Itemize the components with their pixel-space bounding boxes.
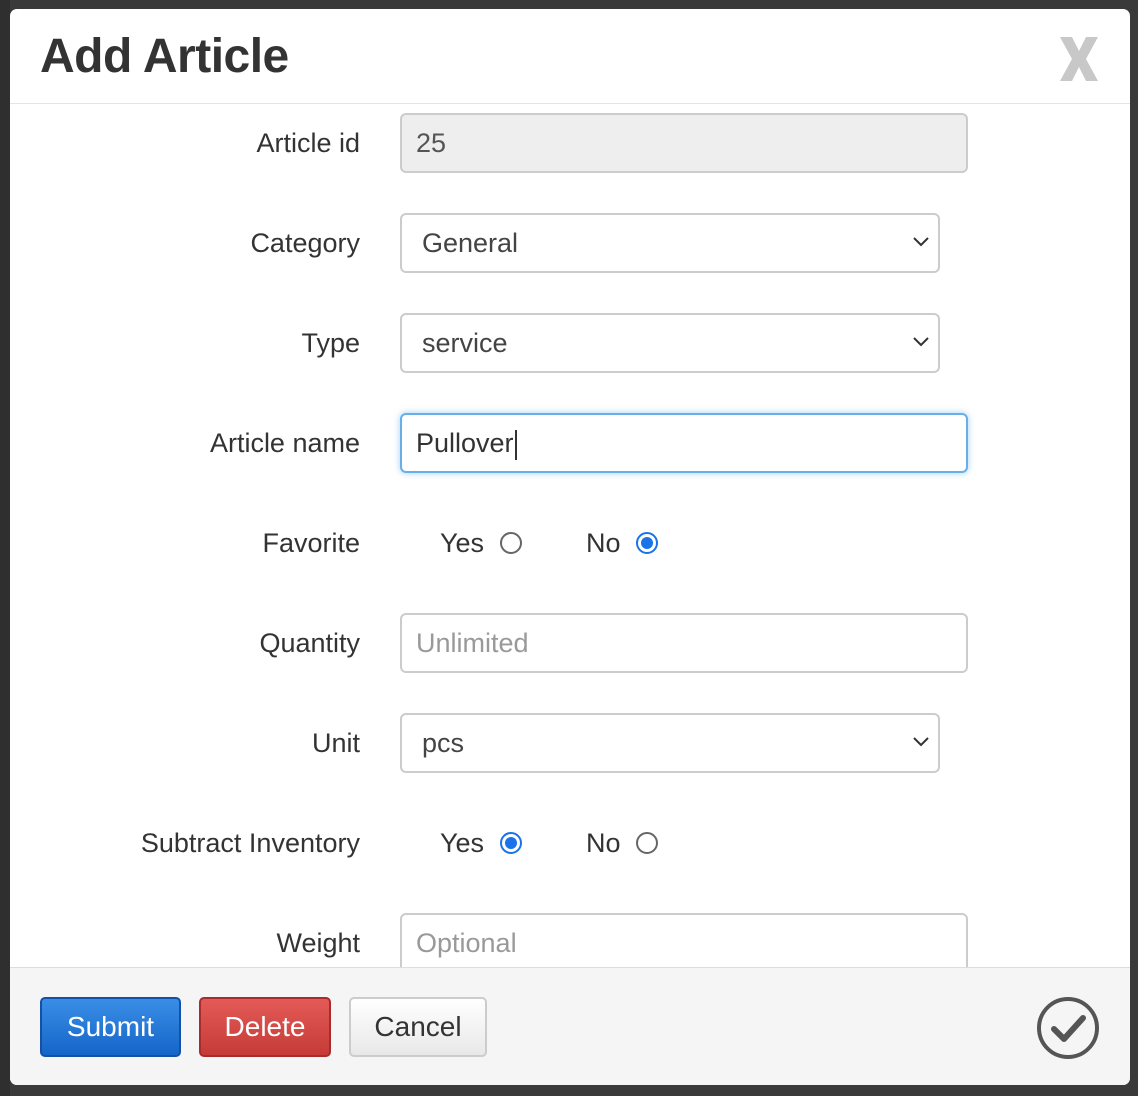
category-selected-value: General bbox=[422, 228, 519, 258]
subtract-inventory-no-radio[interactable]: No bbox=[586, 813, 659, 873]
quantity-placeholder: Unlimited bbox=[416, 628, 529, 658]
favorite-yes-radio[interactable]: Yes bbox=[440, 513, 522, 573]
favorite-label: Favorite bbox=[262, 528, 360, 558]
unit-label: Unit bbox=[311, 728, 360, 758]
close-icon[interactable]: X bbox=[1058, 35, 1100, 83]
category-label: Category bbox=[250, 228, 360, 258]
dialog-title: Add Article bbox=[40, 30, 289, 83]
weight-label: Weight bbox=[276, 928, 360, 958]
article-name-input[interactable]: Pullover bbox=[400, 413, 968, 473]
category-select[interactable]: General bbox=[400, 213, 940, 273]
quantity-input[interactable]: Unlimited bbox=[400, 613, 968, 673]
quantity-label: Quantity bbox=[259, 628, 360, 658]
cancel-button[interactable]: Cancel bbox=[349, 997, 487, 1057]
weight-input[interactable]: Optional bbox=[400, 913, 968, 967]
checkmark-circle-icon[interactable] bbox=[1036, 996, 1100, 1060]
subtract-inventory-yes-radio[interactable]: Yes bbox=[440, 813, 522, 873]
form-row-quantity: Quantity Unlimited bbox=[10, 613, 1130, 673]
form-row-category: Category General bbox=[10, 213, 1130, 273]
radio-checked-icon bbox=[499, 831, 522, 854]
backdrop bbox=[0, 0, 10, 1096]
article-id-input: 25 bbox=[400, 113, 968, 173]
dialog-header: Add Article X bbox=[10, 9, 1130, 104]
weight-placeholder: Optional bbox=[416, 928, 517, 958]
dialog-body: Article id 25 Category General Type serv… bbox=[10, 105, 1130, 967]
article-name-value: Pullover bbox=[416, 428, 514, 458]
form-row-article-id: Article id 25 bbox=[10, 113, 1130, 173]
unit-select[interactable]: pcs bbox=[400, 713, 940, 773]
form-row-article-name: Article name Pullover bbox=[10, 413, 1130, 473]
favorite-no-radio[interactable]: No bbox=[586, 513, 659, 573]
unit-selected-value: pcs bbox=[422, 728, 465, 758]
type-selected-value: service bbox=[422, 328, 508, 358]
subtract-inventory-yes-label: Yes bbox=[440, 828, 485, 858]
radio-unchecked-icon bbox=[499, 531, 522, 554]
subtract-inventory-label: Subtract Inventory bbox=[140, 828, 360, 858]
dialog-footer: Submit Delete Cancel bbox=[10, 967, 1130, 1085]
radio-unchecked-icon bbox=[636, 831, 659, 854]
form-row-unit: Unit pcs bbox=[10, 713, 1130, 773]
submit-button[interactable]: Submit bbox=[40, 997, 181, 1057]
favorite-no-label: No bbox=[586, 528, 621, 558]
form-row-subtract-inventory: Subtract Inventory Yes No bbox=[10, 813, 1130, 873]
form-row-favorite: Favorite Yes No bbox=[10, 513, 1130, 573]
type-select[interactable]: service bbox=[400, 313, 940, 373]
article-name-label: Article name bbox=[209, 428, 360, 458]
text-cursor bbox=[514, 429, 517, 460]
article-id-label: Article id bbox=[256, 128, 360, 158]
add-article-dialog: Add Article X Article id 25 Category Gen… bbox=[10, 9, 1130, 1085]
type-label: Type bbox=[301, 328, 360, 358]
form-row-weight: Weight Optional bbox=[10, 913, 1130, 967]
form-row-type: Type service bbox=[10, 313, 1130, 373]
favorite-yes-label: Yes bbox=[440, 528, 485, 558]
radio-checked-icon bbox=[636, 531, 659, 554]
chevron-down-icon bbox=[913, 737, 929, 747]
chevron-down-icon bbox=[913, 337, 929, 347]
chevron-down-icon bbox=[913, 237, 929, 247]
subtract-inventory-no-label: No bbox=[586, 828, 621, 858]
delete-button[interactable]: Delete bbox=[199, 997, 331, 1057]
